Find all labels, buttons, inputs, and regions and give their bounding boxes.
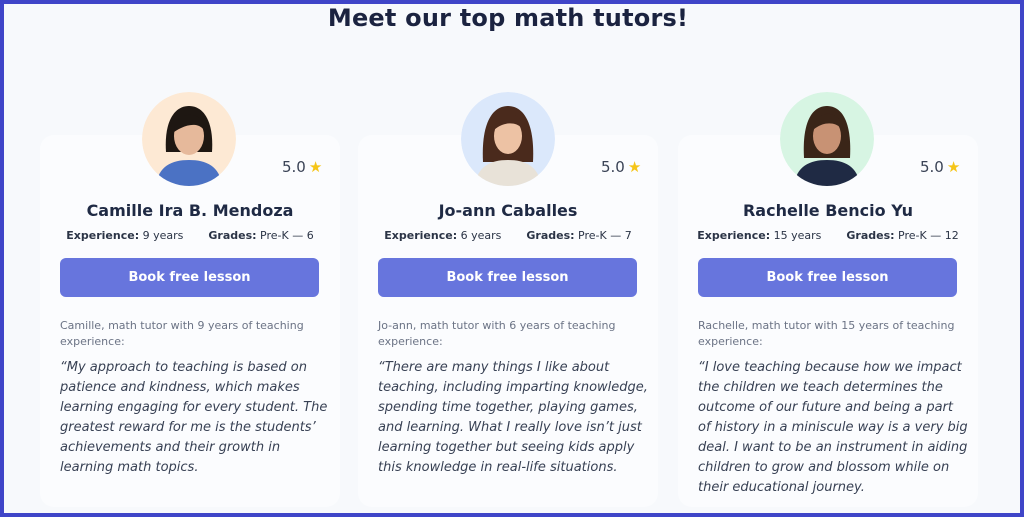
- grades-value: Pre-K — 7: [578, 229, 632, 242]
- experience-value: 6 years: [460, 229, 502, 242]
- star-icon: ★: [308, 157, 323, 176]
- rating-value: 5.0: [920, 158, 944, 176]
- tutor-intro: Jo-ann, math tutor with 6 years of teach…: [378, 319, 616, 348]
- tutor-name: Camille Ira B. Mendoza: [86, 201, 294, 220]
- tutor-quote: “I love teaching because how we impact t…: [698, 360, 968, 495]
- rating: 5.0 ★: [920, 158, 960, 176]
- rating: 5.0 ★: [601, 158, 641, 176]
- avatar: [142, 92, 236, 186]
- book-free-lesson-button[interactable]: Book free lesson: [60, 258, 319, 297]
- book-free-lesson-button[interactable]: Book free lesson: [378, 258, 637, 297]
- tutor-quote: “My approach to teaching is based on pat…: [60, 360, 328, 475]
- avatar: [461, 92, 555, 186]
- tutor-quote: “There are many things I like about teac…: [378, 360, 648, 475]
- grades-label: Grades:: [846, 229, 895, 242]
- tutor-name: Rachelle Bencio Yu: [742, 201, 913, 220]
- page-title: Meet our top math tutors!: [327, 4, 689, 32]
- experience-label: Experience:: [697, 229, 771, 242]
- tutor-meta: Experience: 15 years Grades: Pre-K — 12: [678, 229, 978, 242]
- grades-label: Grades:: [208, 229, 257, 242]
- book-free-lesson-button[interactable]: Book free lesson: [698, 258, 957, 297]
- experience-label: Experience:: [384, 229, 458, 242]
- tutor-intro: Rachelle, math tutor with 15 years of te…: [698, 319, 955, 348]
- tutor-name: Jo-ann Caballes: [438, 201, 578, 220]
- grades-value: Pre-K — 12: [898, 229, 959, 242]
- experience-value: 9 years: [142, 229, 184, 242]
- tutor-intro: Camille, math tutor with 9 years of teac…: [60, 319, 304, 348]
- rating: 5.0 ★: [282, 158, 322, 176]
- rating-value: 5.0: [282, 158, 306, 176]
- experience-label: Experience:: [66, 229, 140, 242]
- grades-label: Grades:: [526, 229, 575, 242]
- tutor-meta: Experience: 6 years Grades: Pre-K — 7: [358, 229, 658, 242]
- tutor-meta: Experience: 9 years Grades: Pre-K — 6: [40, 229, 340, 242]
- avatar: [780, 92, 874, 186]
- star-icon: ★: [946, 157, 961, 176]
- star-icon: ★: [627, 157, 642, 176]
- grades-value: Pre-K — 6: [260, 229, 314, 242]
- rating-value: 5.0: [601, 158, 625, 176]
- experience-value: 15 years: [773, 229, 822, 242]
